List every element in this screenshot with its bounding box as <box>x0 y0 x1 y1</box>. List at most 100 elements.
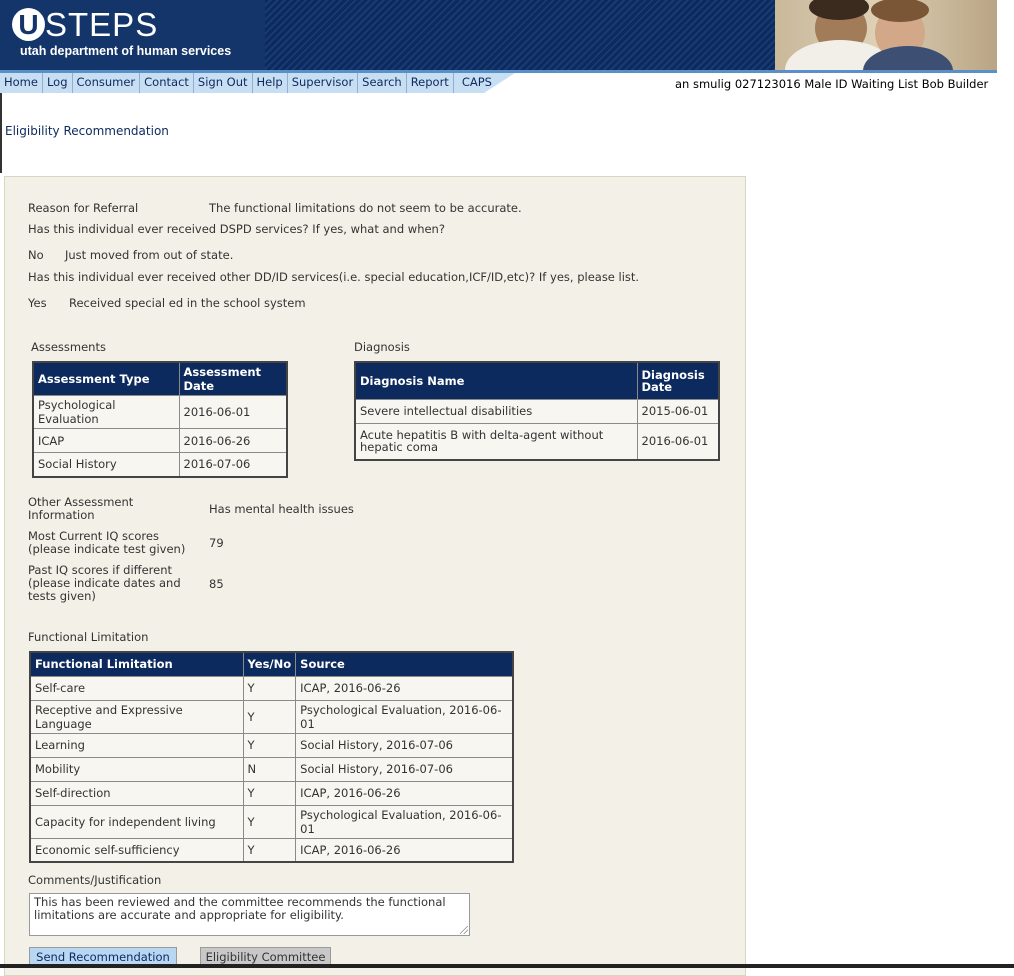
column-header: Functional Limitation <box>29 651 244 677</box>
limitation-source: Social History, 2016-07-06 <box>295 756 514 782</box>
reason-label: Reason for Referral <box>28 201 139 215</box>
nav-contact[interactable]: Contact <box>140 73 194 93</box>
table-row: Psychological Evaluation 2016-06-01 <box>32 395 288 429</box>
left-border <box>0 93 2 173</box>
limitation-yes-no: Y <box>242 675 297 701</box>
assessments-table: Assessment Type Assessment Date Psycholo… <box>32 361 288 478</box>
main-nav: Home Log Consumer Contact Sign Out Help … <box>0 70 997 93</box>
limitation-source: Psychological Evaluation, 2016-06-01 <box>295 804 514 839</box>
nav-report[interactable]: Report <box>407 73 454 93</box>
nav-sign-out[interactable]: Sign Out <box>194 73 253 93</box>
column-header: Source <box>295 651 514 677</box>
comments-textarea[interactable]: This has been reviewed and the committee… <box>29 893 470 936</box>
nav-help[interactable]: Help <box>253 73 288 93</box>
header-pattern <box>265 0 775 70</box>
assessment-type: Psychological Evaluation <box>32 395 180 429</box>
limitation-yes-no: Y <box>242 732 297 758</box>
column-header: Diagnosis Date <box>636 361 720 400</box>
past-iq-label: Past IQ scores if different (please indi… <box>28 563 181 603</box>
app-header: U STEPS utah department of human service… <box>0 0 997 70</box>
nav-search[interactable]: Search <box>358 73 407 93</box>
comments-text: This has been reviewed and the committee… <box>34 895 446 922</box>
column-header: Diagnosis Name <box>354 361 638 400</box>
current-iq-label: Most Current IQ scores (please indicate … <box>28 529 186 556</box>
limitation-name: Self-care <box>29 675 244 701</box>
nav-divider <box>0 70 997 73</box>
header-photo <box>775 0 997 70</box>
assessment-type: ICAP <box>32 428 180 453</box>
assessment-date: 2016-06-01 <box>178 395 288 429</box>
limitation-name: Self-direction <box>29 780 244 806</box>
table-row: Receptive and Expressive Language Y Psyc… <box>29 699 514 734</box>
table-row: Learning Y Social History, 2016-07-06 <box>29 732 514 758</box>
table-header-row: Diagnosis Name Diagnosis Date <box>354 361 720 400</box>
table-row: Economic self-sufficiency Y ICAP, 2016-0… <box>29 837 514 863</box>
limitation-yes-no: N <box>242 756 297 782</box>
diagnosis-name: Severe intellectual disabilities <box>354 398 638 424</box>
ustep-logo: U STEPS utah department of human service… <box>0 0 265 70</box>
limitation-source: ICAP, 2016-06-26 <box>295 780 514 806</box>
dspd-answer: No <box>28 248 44 262</box>
table-row: Self-direction Y ICAP, 2016-06-26 <box>29 780 514 806</box>
limitation-source: ICAP, 2016-06-26 <box>295 675 514 701</box>
diagnosis-title: Diagnosis <box>354 340 410 354</box>
diagnosis-table: Diagnosis Name Diagnosis Date Severe int… <box>354 361 720 461</box>
table-row: Social History 2016-07-06 <box>32 452 288 477</box>
other-assessment-value: Has mental health issues <box>209 502 354 516</box>
functional-limitation-table: Functional Limitation Yes/No Source Self… <box>29 651 514 863</box>
table-row: Mobility N Social History, 2016-07-06 <box>29 756 514 782</box>
dspd-question: Has this individual ever received DSPD s… <box>28 222 445 236</box>
table-row: Acute hepatitis B with delta-agent witho… <box>354 422 720 461</box>
page-title: Eligibility Recommendation <box>5 124 169 138</box>
comments-label: Comments/Justification <box>28 873 162 887</box>
table-row: Capacity for independent living Y Psycho… <box>29 804 514 839</box>
other-services-question: Has this individual ever received other … <box>28 270 640 284</box>
limitation-name: Economic self-sufficiency <box>29 837 244 863</box>
current-iq-value: 79 <box>209 536 224 550</box>
assessment-date: 2016-06-26 <box>178 428 288 453</box>
diagnosis-date: 2016-06-01 <box>636 422 720 461</box>
current-consumer-info: an smulig 027123016 Male ID Waiting List… <box>675 77 989 91</box>
resize-grip-icon[interactable] <box>460 926 468 934</box>
limitation-yes-no: Y <box>242 699 297 734</box>
diagnosis-name: Acute hepatitis B with delta-agent witho… <box>354 422 638 461</box>
table-row: ICAP 2016-06-26 <box>32 428 288 453</box>
table-header-row: Functional Limitation Yes/No Source <box>29 651 514 677</box>
limitation-yes-no: Y <box>242 837 297 863</box>
nav-caps[interactable]: CAPS <box>454 73 496 93</box>
limitation-yes-no: Y <box>242 780 297 806</box>
other-services-answer: Yes <box>28 296 47 310</box>
nav-consumer[interactable]: Consumer <box>73 73 141 93</box>
nav-log[interactable]: Log <box>43 73 73 93</box>
logo-letter: U <box>12 8 45 41</box>
limitation-name: Capacity for independent living <box>29 804 244 839</box>
limitation-name: Receptive and Expressive Language <box>29 699 244 734</box>
dspd-detail: Just moved from out of state. <box>65 248 234 262</box>
assessment-type: Social History <box>32 452 180 477</box>
limitation-source: Social History, 2016-07-06 <box>295 732 514 758</box>
table-row: Severe intellectual disabilities 2015-06… <box>354 398 720 424</box>
recommendation-panel: Reason for Referral The functional limit… <box>4 176 746 976</box>
assessment-date: 2016-07-06 <box>178 452 288 477</box>
limitation-name: Mobility <box>29 756 244 782</box>
column-header: Yes/No <box>242 651 297 677</box>
reason-value: The functional limitations do not seem t… <box>209 201 522 215</box>
assessments-title: Assessments <box>31 340 106 354</box>
logo-text: STEPS <box>45 6 159 43</box>
limitation-yes-no: Y <box>242 804 297 839</box>
nav-supervisor[interactable]: Supervisor <box>288 73 359 93</box>
nav-menu: Home Log Consumer Contact Sign Out Help … <box>0 73 515 93</box>
table-header-row: Assessment Type Assessment Date <box>32 361 288 396</box>
table-row: Self-care Y ICAP, 2016-06-26 <box>29 675 514 701</box>
limitation-source: ICAP, 2016-06-26 <box>295 837 514 863</box>
other-services-detail: Received special ed in the school system <box>69 296 306 310</box>
column-header: Assessment Type <box>32 361 180 396</box>
past-iq-value: 85 <box>209 577 224 591</box>
nav-home[interactable]: Home <box>0 73 43 93</box>
limitation-source: Psychological Evaluation, 2016-06-01 <box>295 699 514 734</box>
limitation-name: Learning <box>29 732 244 758</box>
functional-title: Functional Limitation <box>28 630 149 644</box>
bottom-border <box>0 964 1014 968</box>
department-name: utah department of human services <box>20 44 232 58</box>
column-header: Assessment Date <box>178 361 288 396</box>
